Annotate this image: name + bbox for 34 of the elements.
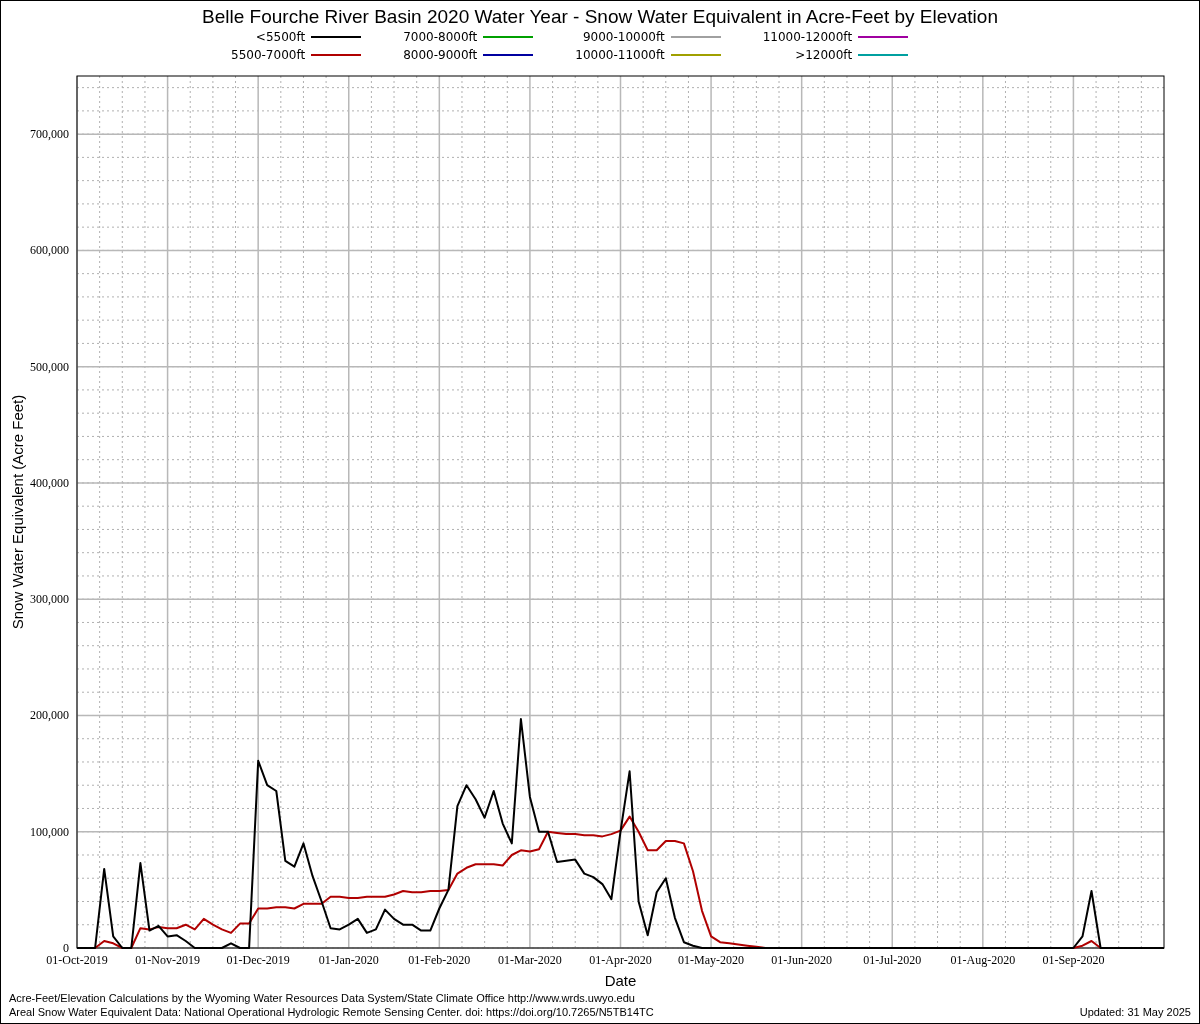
- y-tick-label: 500,000: [30, 359, 69, 374]
- y-tick-label: 700,000: [30, 127, 69, 142]
- x-tick-label: 01-Sep-2020: [1042, 953, 1105, 967]
- legend-label: 8000-9000ft: [403, 48, 478, 62]
- legend-label: 5500-7000ft: [231, 48, 306, 62]
- x-tick-label: 01-Jul-2020: [863, 953, 922, 967]
- y-tick-label: 100,000: [30, 824, 69, 839]
- legend-label: >12000ft: [795, 48, 853, 62]
- credit-line: Acre-Feet/Elevation Calculations by the Wyoming Water Resources Data System/State Climate Office http://www.wrds.uwyo.edu: [9, 991, 636, 1005]
- y-tick-label: 0: [63, 941, 69, 955]
- y-tick-label: 300,000: [30, 592, 69, 607]
- legend-label: 10000-11000ft: [575, 48, 665, 62]
- x-tick-label: 01-Nov-2019: [135, 953, 200, 967]
- legend-label: 9000-10000ft: [582, 30, 665, 44]
- x-axis-title: Date: [604, 972, 637, 989]
- x-tick-label: 01-Oct-2019: [46, 953, 108, 967]
- x-tick-label: 01-Feb-2020: [408, 953, 471, 967]
- credit-line: Areal Snow Water Equivalent Data: National Operational Hydrologic Remote Sensing Center. doi: https://doi.org/10.7265/N5TB14TC: [9, 1005, 654, 1019]
- chart-title: Belle Fourche River Basin 2020 Water Year - Snow Water Equivalent in Acre-Feet by Elevation: [201, 5, 999, 29]
- x-tick-label: 01-Jan-2020: [318, 953, 379, 967]
- x-tick-label: 01-Mar-2020: [498, 953, 562, 967]
- x-tick-label: 01-Dec-2019: [226, 953, 290, 967]
- y-tick-label: 400,000: [30, 475, 69, 490]
- x-tick-label: 01-Apr-2020: [589, 953, 652, 967]
- x-tick-label: 01-Jun-2020: [771, 953, 832, 967]
- y-axis-title: Snow Water Equivalent (Acre Feet): [9, 394, 26, 630]
- legend-label: <5500ft: [255, 30, 306, 44]
- updated-date: Updated: 31 May 2025: [1079, 1005, 1191, 1019]
- legend-label: 7000-8000ft: [403, 30, 478, 44]
- y-tick-label: 200,000: [30, 708, 69, 723]
- y-tick-label: 600,000: [30, 243, 69, 258]
- legend-label: 11000-12000ft: [762, 30, 853, 44]
- x-tick-label: 01-Aug-2020: [950, 953, 1016, 967]
- x-tick-label: 01-May-2020: [678, 953, 745, 967]
